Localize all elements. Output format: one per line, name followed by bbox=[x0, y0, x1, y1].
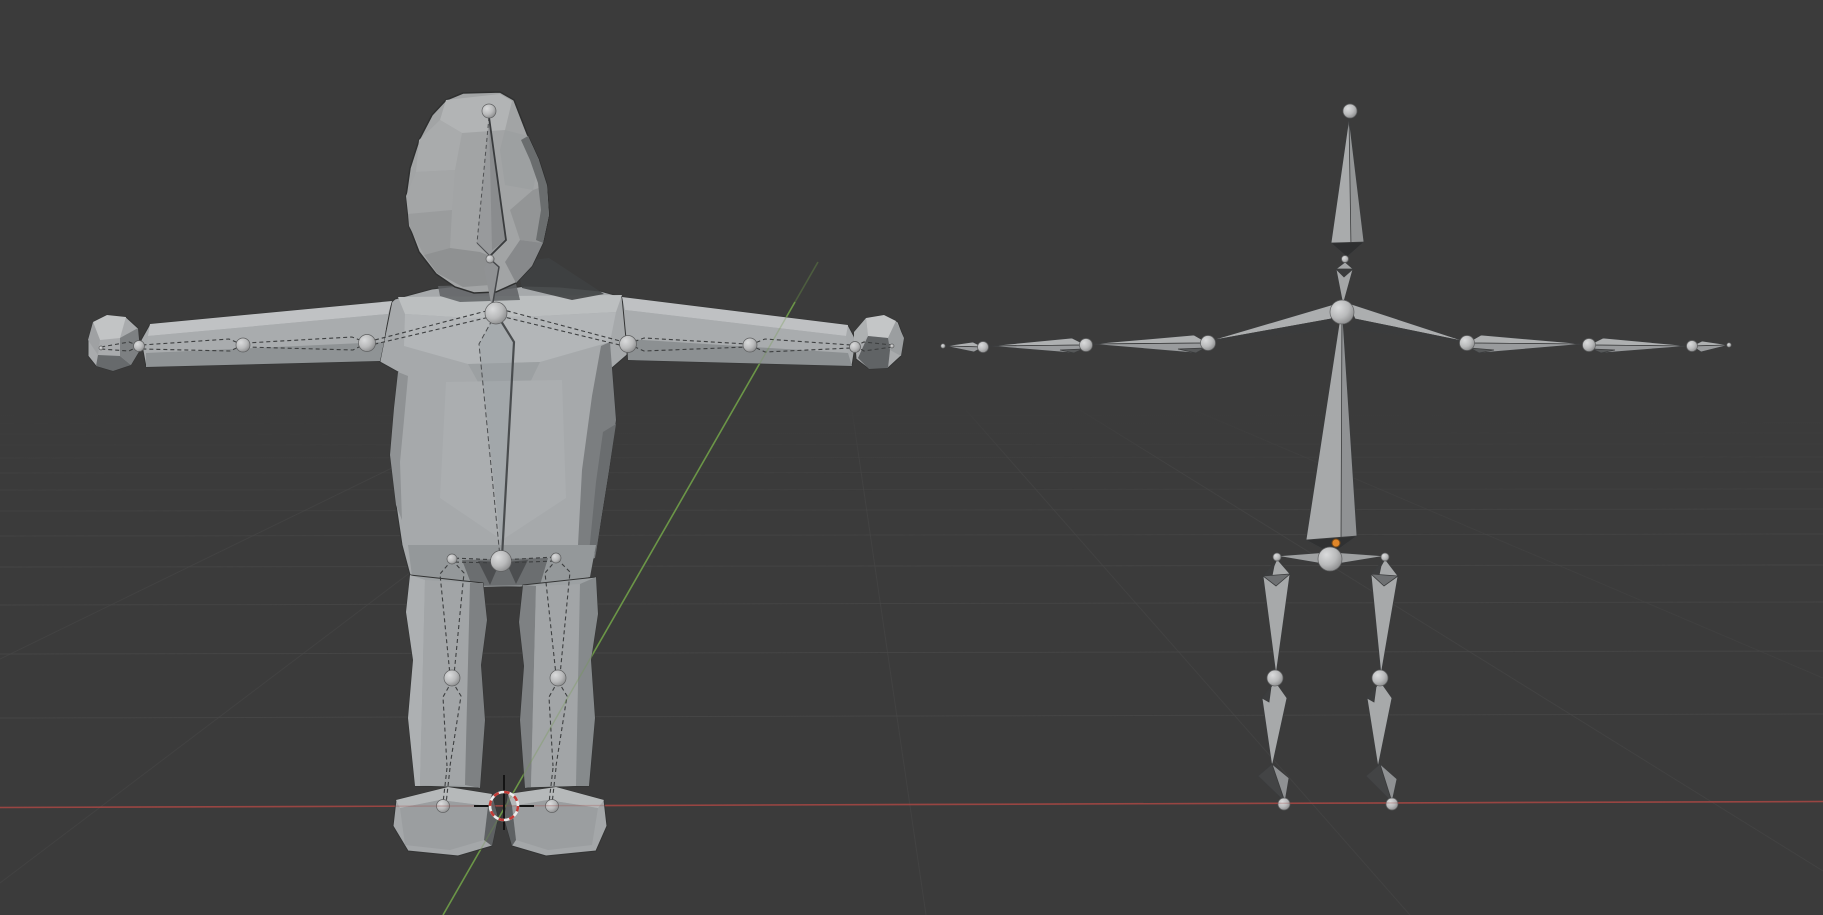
armature-origin-dot bbox=[1332, 539, 1340, 547]
viewport-3d[interactable] bbox=[0, 0, 1823, 915]
viewport-window[interactable] bbox=[0, 0, 1823, 915]
character-foot-right bbox=[504, 787, 607, 856]
